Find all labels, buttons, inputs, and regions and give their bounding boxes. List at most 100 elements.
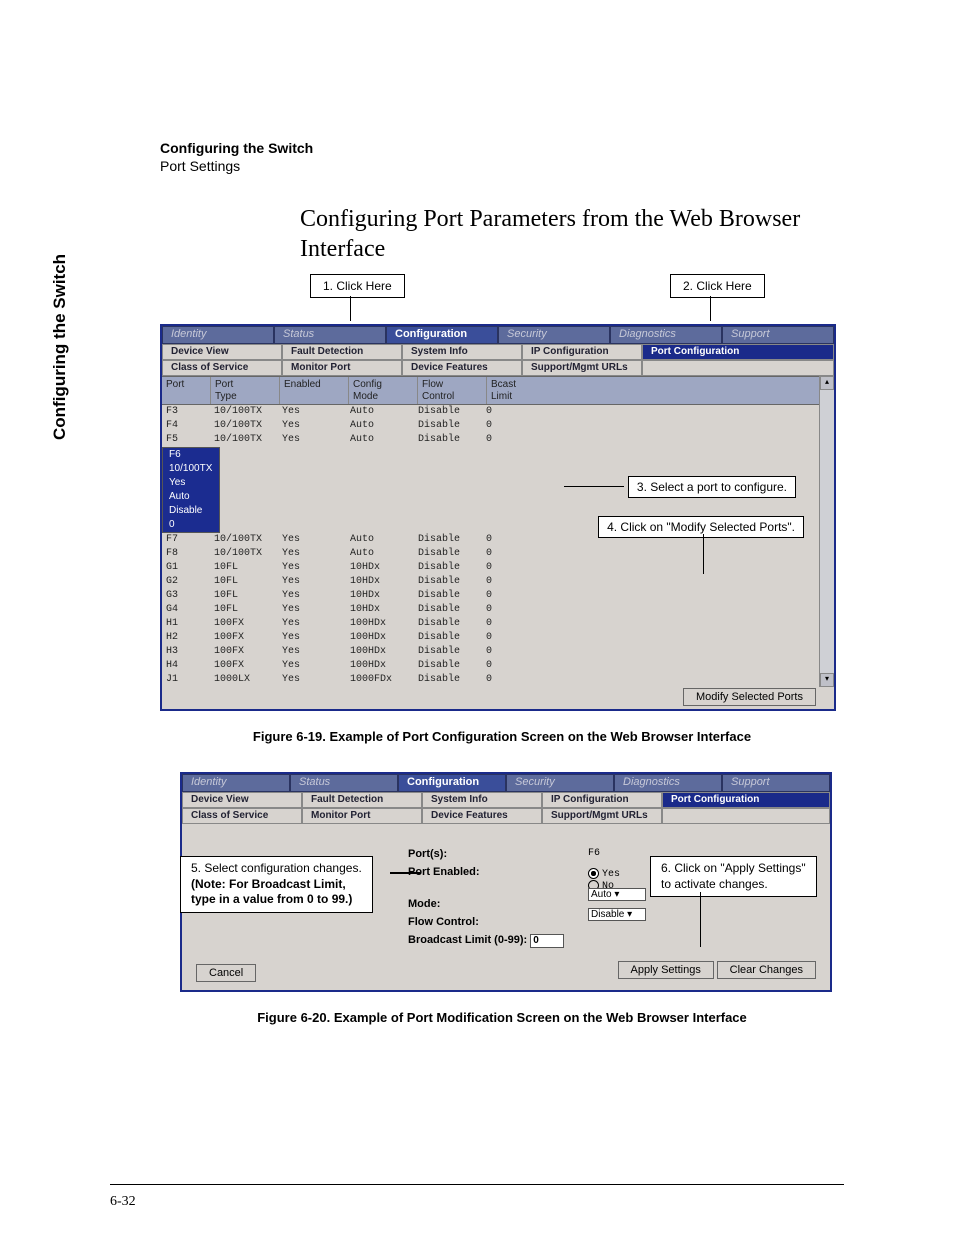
table-row[interactable]: F410/100TXYesAutoDisable0: [162, 419, 819, 433]
cell-type: 10/100TX: [210, 419, 278, 433]
cell-flow: Disable: [414, 405, 482, 419]
cell-type: 100FX: [210, 659, 278, 673]
cell-type: 10FL: [210, 603, 278, 617]
subtab-port-configuration[interactable]: Port Configuration: [642, 344, 834, 360]
subtab-system-info[interactable]: System Info: [422, 792, 542, 808]
subtab-spacer: [662, 808, 830, 824]
cell-enabled: Yes: [278, 617, 346, 631]
cell-enabled: Yes: [165, 476, 233, 490]
table-row[interactable]: F510/100TXYesAutoDisable0: [162, 433, 819, 447]
cell-flow: Disable: [414, 575, 482, 589]
cell-enabled: Yes: [278, 405, 346, 419]
cell-type: 10FL: [210, 589, 278, 603]
subtab-device-view[interactable]: Device View: [162, 344, 282, 360]
table-row[interactable]: G310FLYes10HDxDisable0: [162, 589, 819, 603]
table-row[interactable]: G210FLYes10HDxDisable0: [162, 575, 819, 589]
table-row[interactable]: H2100FXYes100HDxDisable0: [162, 631, 819, 645]
col-enabled: Enabled: [280, 377, 349, 404]
page-title: Configuring Port Parameters from the Web…: [300, 204, 820, 264]
modify-selected-ports-button[interactable]: Modify Selected Ports: [683, 688, 816, 706]
table-row[interactable]: F810/100TXYesAutoDisable0: [162, 547, 819, 561]
cell-flow: Disable: [414, 533, 482, 547]
cell-port: F5: [162, 433, 210, 447]
subtab-class-of-service[interactable]: Class of Service: [162, 360, 282, 376]
tab-configuration[interactable]: Configuration: [398, 774, 506, 792]
cell-flow: Disable: [414, 589, 482, 603]
subtab-port-configuration[interactable]: Port Configuration: [662, 792, 830, 808]
section-title: Configuring the Switch: [160, 140, 844, 156]
clear-changes-button[interactable]: Clear Changes: [717, 961, 816, 979]
subtab-fault-detection[interactable]: Fault Detection: [302, 792, 422, 808]
subtab-support-mgmt-urls[interactable]: Support/Mgmt URLs: [542, 808, 662, 824]
tab-diagnostics[interactable]: Diagnostics: [614, 774, 722, 792]
radio-enabled-yes[interactable]: [588, 869, 602, 880]
scroll-down-icon[interactable]: ▾: [820, 673, 834, 687]
table-row[interactable]: G110FLYes10HDxDisable0: [162, 561, 819, 575]
tab-security[interactable]: Security: [506, 774, 614, 792]
cell-flow: Disable: [414, 433, 482, 447]
tab-diagnostics[interactable]: Diagnostics: [610, 326, 722, 344]
apply-settings-button[interactable]: Apply Settings: [618, 961, 714, 979]
subtab-device-features[interactable]: Device Features: [402, 360, 522, 376]
col-bcast: Bcast Limit: [487, 377, 819, 404]
subtab-system-info[interactable]: System Info: [402, 344, 522, 360]
tab-status[interactable]: Status: [274, 326, 386, 344]
table-row[interactable]: F310/100TXYesAutoDisable0: [162, 405, 819, 419]
annotation-6-line: [700, 892, 701, 947]
subtab-device-view[interactable]: Device View: [182, 792, 302, 808]
subtab-ip-configuration[interactable]: IP Configuration: [542, 792, 662, 808]
cell-bcast: 0: [482, 405, 819, 419]
cell-bcast: 0: [482, 433, 819, 447]
cell-bcast: 0: [482, 673, 819, 687]
cell-bcast: 0: [165, 518, 217, 532]
tab-support[interactable]: Support: [722, 774, 830, 792]
subtab-fault-detection[interactable]: Fault Detection: [282, 344, 402, 360]
cell-bcast: 0: [482, 419, 819, 433]
subtab-class-of-service[interactable]: Class of Service: [182, 808, 302, 824]
annotation-5-arrow: [390, 872, 420, 874]
mode-select[interactable]: Auto ▾: [588, 888, 646, 901]
cancel-button[interactable]: Cancel: [196, 964, 256, 982]
scroll-up-icon[interactable]: ▴: [820, 376, 834, 390]
cell-mode: 10HDx: [346, 603, 414, 617]
tab-support[interactable]: Support: [722, 326, 834, 344]
table-row[interactable]: H4100FXYes100HDxDisable0: [162, 659, 819, 673]
subtab-ip-configuration[interactable]: IP Configuration: [522, 344, 642, 360]
subtab-monitor-port[interactable]: Monitor Port: [282, 360, 402, 376]
scrollbar[interactable]: ▴ ▾: [819, 376, 834, 687]
form-mode-label: Mode:: [408, 898, 588, 910]
cell-flow: Disable: [414, 673, 482, 687]
tab-status[interactable]: Status: [290, 774, 398, 792]
cell-bcast: 0: [482, 547, 819, 561]
cell-enabled: Yes: [278, 645, 346, 659]
cell-flow: Disable: [414, 645, 482, 659]
table-row[interactable]: H3100FXYes100HDxDisable0: [162, 645, 819, 659]
subtab-support-mgmt-urls[interactable]: Support/Mgmt URLs: [522, 360, 642, 376]
annotation-4: 4. Click on "Modify Selected Ports".: [598, 516, 804, 538]
cell-type: 100FX: [210, 645, 278, 659]
tab-configuration[interactable]: Configuration: [386, 326, 498, 344]
form-enabled-label: Port Enabled:: [408, 866, 588, 878]
cell-mode: Auto: [165, 490, 233, 504]
table-row[interactable]: F610/100TXYesAutoDisable0: [162, 447, 220, 533]
tab-security[interactable]: Security: [498, 326, 610, 344]
cell-flow: Disable: [414, 659, 482, 673]
tab-identity[interactable]: Identity: [182, 774, 290, 792]
cell-bcast: 0: [482, 575, 819, 589]
cell-flow: Disable: [165, 504, 233, 518]
cell-type: 100FX: [210, 617, 278, 631]
table-row[interactable]: G410FLYes10HDxDisable0: [162, 603, 819, 617]
subtab-monitor-port[interactable]: Monitor Port: [302, 808, 422, 824]
cell-mode: Auto: [346, 547, 414, 561]
subtab-spacer: [642, 360, 834, 376]
cell-enabled: Yes: [278, 533, 346, 547]
flow-select[interactable]: Disable ▾: [588, 908, 646, 921]
table-row[interactable]: H1100FXYes100HDxDisable0: [162, 617, 819, 631]
col-flow: Flow Control: [418, 377, 487, 404]
subtab-device-features[interactable]: Device Features: [422, 808, 542, 824]
table-row[interactable]: J11000LXYes1000FDxDisable0: [162, 673, 819, 687]
tab-identity[interactable]: Identity: [162, 326, 274, 344]
broadcast-limit-input[interactable]: 0: [530, 934, 564, 948]
cell-enabled: Yes: [278, 561, 346, 575]
form-ports-label: Port(s):: [408, 848, 588, 860]
